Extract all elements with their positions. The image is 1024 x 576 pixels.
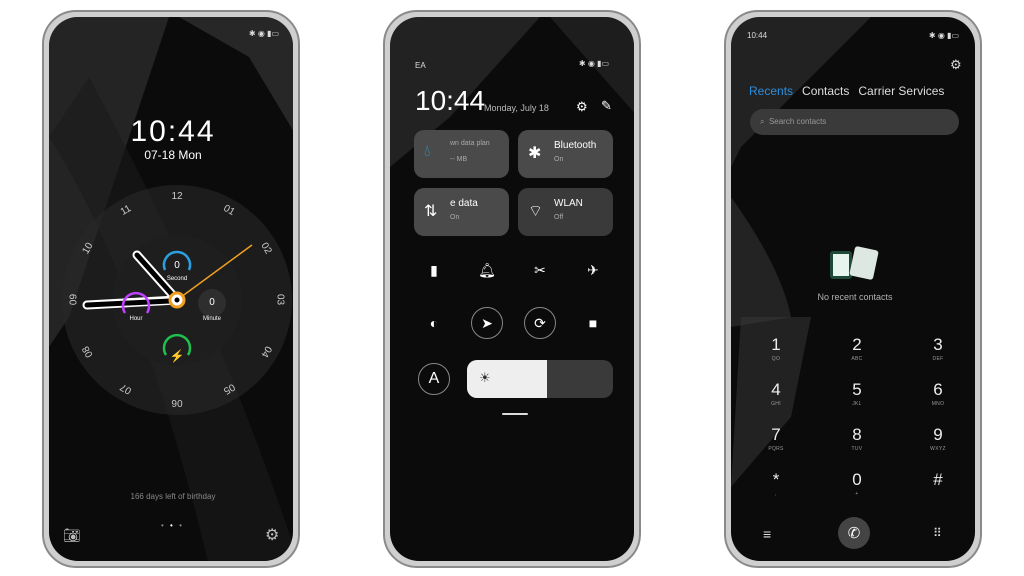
carrier-label: EA bbox=[415, 61, 426, 70]
tab-contacts[interactable]: Contacts bbox=[802, 84, 849, 98]
dial-number: 06 bbox=[171, 397, 183, 408]
tile-data-plan[interactable]: 💧︎ wn data plan -- MB bbox=[414, 130, 509, 178]
phone-control-center: EA ✱ ◉ ▮▭ 10:44 Monday, July 18 ⚙ ✎ 💧︎ wn… bbox=[383, 10, 641, 568]
key-letters: ABC bbox=[851, 356, 863, 362]
key-digit: 4 bbox=[771, 380, 781, 399]
tile-mobile-data[interactable]: ⇅ e data On bbox=[414, 188, 509, 236]
phone-lockscreen: ✱ ◉ ▮▭ 10:44 07-18 Mon ⚡ 0 Second 0 Minu… bbox=[42, 10, 300, 568]
settings-icon[interactable]: ⚙ bbox=[950, 57, 962, 73]
analog-clock: ⚡ 0 Second 0 Minute Hour 12 01 02 03 04 05 06 0… bbox=[62, 185, 292, 415]
location-icon[interactable]: ➤ bbox=[471, 307, 503, 339]
dial-key[interactable]: 9 WXYZ bbox=[908, 425, 968, 452]
dial-number: 12 bbox=[171, 191, 183, 202]
sun-icon: ☀ bbox=[479, 370, 491, 385]
tab-bar: Recents Contacts Carrier Services bbox=[749, 84, 944, 98]
drop-icon: 💧︎ bbox=[424, 143, 431, 160]
search-icon: ⌕ bbox=[760, 117, 765, 126]
lock-time: 10:44 bbox=[130, 115, 216, 148]
key-letters: , bbox=[775, 491, 777, 497]
dial-number: 09 bbox=[68, 293, 80, 306]
dial-key[interactable]: *, bbox=[746, 470, 806, 497]
flashlight-icon[interactable]: ▮ bbox=[418, 254, 450, 286]
brightness-slider[interactable]: ☀ bbox=[467, 360, 613, 398]
second-value: 0 bbox=[174, 260, 180, 271]
status-icons: ✱ ◉ ▮▭ bbox=[578, 59, 609, 68]
dial-key[interactable]: 2 ABC bbox=[827, 335, 887, 362]
tile-wlan[interactable]: ⌔ WLAN Off bbox=[518, 188, 613, 236]
handle-bar[interactable] bbox=[502, 413, 528, 415]
birthday-countdown: 166 days left of birthday bbox=[130, 492, 216, 501]
key-digit: 9 bbox=[933, 425, 943, 444]
status-icons: ✱ ◉ ▮▭ bbox=[248, 29, 279, 38]
dial-number: 03 bbox=[274, 293, 286, 306]
key-digit: 2 bbox=[852, 335, 862, 354]
dial-key[interactable]: 7 PQRS bbox=[746, 425, 806, 452]
dial-key[interactable]: 3 DEF bbox=[908, 335, 968, 362]
dial-key[interactable]: 1 QO bbox=[746, 335, 806, 362]
search-input[interactable]: ⌕ Search contacts bbox=[750, 109, 959, 135]
rotation-lock-icon[interactable]: ⟳ bbox=[524, 307, 556, 339]
key-letters: + bbox=[855, 491, 859, 497]
key-digit: 3 bbox=[933, 335, 943, 354]
wifi-icon: ⌔ bbox=[528, 203, 544, 220]
key-digit: 5 bbox=[852, 380, 862, 399]
hour-label: Hour bbox=[129, 316, 143, 322]
dial-key[interactable]: 5 JKL bbox=[827, 380, 887, 407]
settings-icon[interactable]: ⚙ bbox=[576, 99, 588, 115]
key-letters: PQRS bbox=[768, 446, 784, 452]
phone-icon: ✆ bbox=[847, 525, 861, 542]
menu-icon[interactable]: ≡ bbox=[763, 526, 771, 542]
key-digit: 7 bbox=[771, 425, 781, 444]
auto-brightness-button[interactable]: A bbox=[418, 363, 450, 395]
empty-contacts-icon bbox=[830, 251, 852, 279]
dial-key[interactable]: 8 TUV bbox=[827, 425, 887, 452]
key-letters: TUV bbox=[851, 446, 863, 452]
cc-date: Monday, July 18 bbox=[484, 103, 549, 113]
call-button[interactable]: ✆ bbox=[838, 517, 870, 549]
dial-key[interactable]: # bbox=[908, 470, 968, 491]
bluetooth-icon: ✱ bbox=[528, 145, 542, 162]
minute-label: Minute bbox=[202, 316, 221, 322]
mobile-data-icon: ⇅ bbox=[424, 203, 438, 220]
svg-text:⚡: ⚡ bbox=[170, 349, 185, 363]
phone-dialer: 10:44 ✱ ◉ ▮▭ ⚙ Recents Contacts Carrier … bbox=[724, 10, 982, 568]
tab-carrier-services[interactable]: Carrier Services bbox=[858, 84, 944, 98]
dial-key[interactable]: 0 + bbox=[827, 470, 887, 497]
dark-mode-icon[interactable]: ◐ bbox=[418, 307, 450, 339]
dial-key[interactable]: 4 GHI bbox=[746, 380, 806, 407]
minute-value: 0 bbox=[209, 297, 215, 308]
key-letters: GHI bbox=[771, 401, 781, 407]
video-icon[interactable]: ■ bbox=[577, 307, 609, 339]
key-digit: 6 bbox=[933, 380, 943, 399]
empty-state-text: No recent contacts bbox=[817, 292, 893, 302]
key-letters: WXYZ bbox=[930, 446, 946, 452]
cc-time: 10:44 bbox=[415, 85, 486, 116]
lock-date: 07-18 Mon bbox=[144, 148, 202, 162]
settings-icon[interactable]: ⚙ bbox=[265, 525, 279, 545]
tab-recents[interactable]: Recents bbox=[749, 84, 793, 98]
key-digit: 8 bbox=[852, 425, 862, 444]
key-letters: DEF bbox=[932, 356, 944, 362]
key-digit: 1 bbox=[771, 335, 781, 354]
key-letters: JKL bbox=[852, 401, 862, 407]
status-icons: ✱ ◉ ▮▭ bbox=[928, 31, 959, 40]
second-label: Second bbox=[166, 276, 188, 282]
keypad-toggle-icon[interactable]: ⠿ bbox=[933, 526, 942, 540]
status-time: 10:44 bbox=[747, 31, 768, 40]
key-digit: # bbox=[933, 470, 943, 489]
page-indicator: • • • bbox=[161, 521, 184, 530]
key-digit: 0 bbox=[852, 470, 862, 489]
key-letters: MNO bbox=[931, 401, 945, 407]
airplane-icon[interactable]: ✈ bbox=[577, 254, 609, 286]
key-digit: * bbox=[772, 470, 780, 489]
camera-icon[interactable]: 📷︎ bbox=[63, 527, 81, 544]
dial-key[interactable]: 6 MNO bbox=[908, 380, 968, 407]
key-letters: QO bbox=[771, 356, 781, 362]
tile-bluetooth[interactable]: ✱ Bluetooth On bbox=[518, 130, 613, 178]
screenshot-icon[interactable]: ✂ bbox=[524, 254, 556, 286]
edit-icon[interactable]: ✎ bbox=[601, 98, 612, 114]
bell-icon[interactable]: 🔔︎ bbox=[471, 254, 503, 286]
